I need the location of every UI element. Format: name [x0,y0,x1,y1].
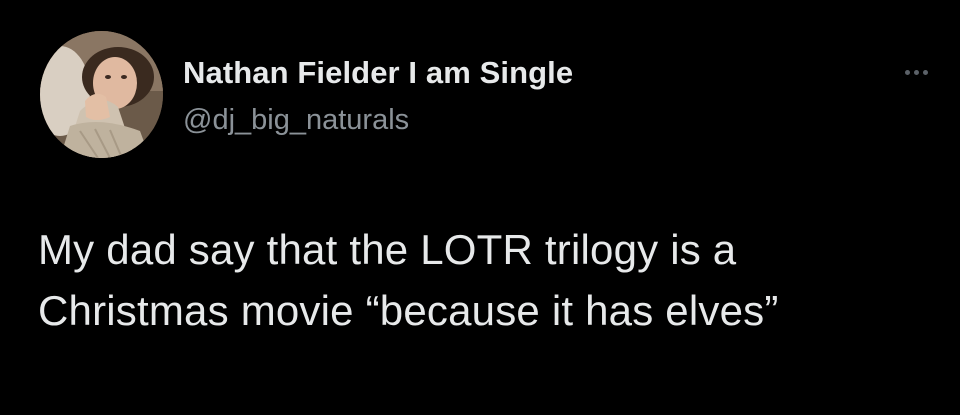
tweet-card: Nathan Fielder I am Single @dj_big_natur… [0,0,960,415]
author-display-name[interactable]: Nathan Fielder I am Single [183,55,573,91]
more-dot [913,69,919,75]
author-handle[interactable]: @dj_big_naturals [183,104,409,137]
more-dot [922,69,928,75]
profile-photo-icon [40,31,163,158]
tweet-text-line: Christmas movie “because it has elves” [38,287,779,334]
tweet-text: My dad say that the LOTR trilogy is a Ch… [38,219,938,341]
avatar[interactable] [40,31,163,158]
tweet-text-line: My dad say that the LOTR trilogy is a [38,226,737,273]
more-dot [904,69,910,75]
more-options-icon[interactable] [896,62,936,82]
